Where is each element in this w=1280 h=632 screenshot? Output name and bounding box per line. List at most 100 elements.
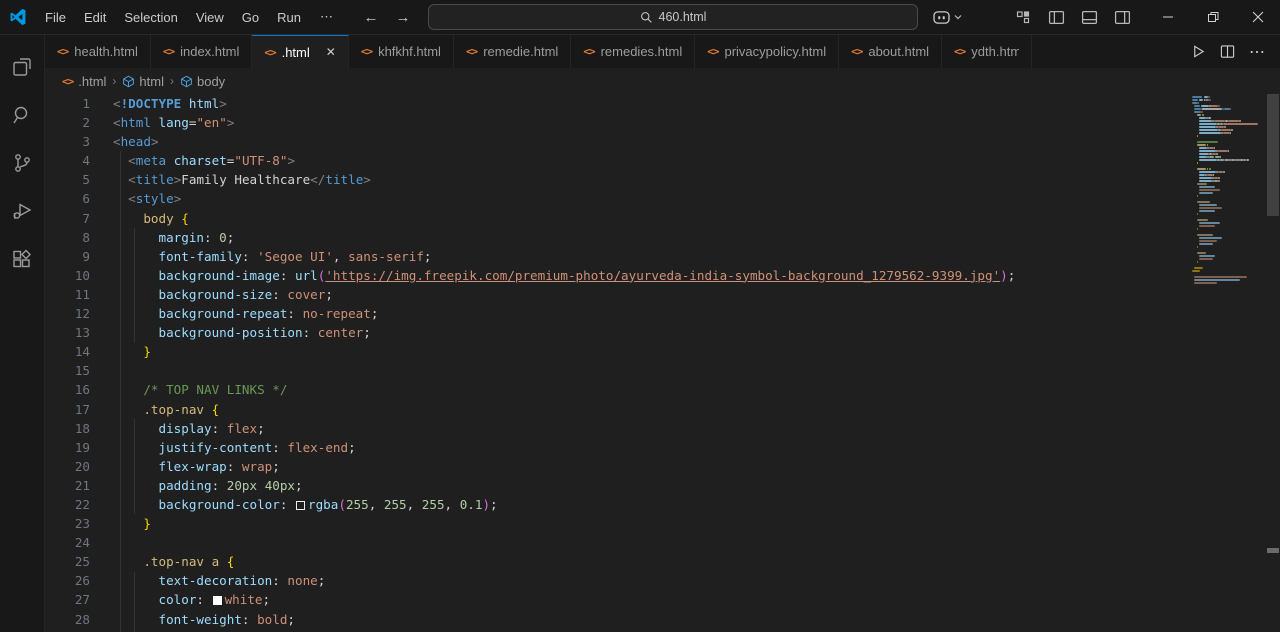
breadcrumb-symbol-body[interactable]: body	[180, 74, 225, 89]
line-number: 3	[82, 134, 90, 150]
minimap-line	[1219, 156, 1222, 158]
line-number: 17	[74, 401, 90, 417]
minimap-line	[1196, 195, 1198, 197]
symbol-cube-icon	[123, 75, 135, 87]
menu-go[interactable]: Go	[233, 0, 268, 35]
close-icon[interactable]	[1235, 0, 1280, 34]
scrollbar-thumb[interactable]	[1267, 94, 1279, 216]
minimap-line	[1198, 153, 1210, 155]
menu-edit[interactable]: Edit	[75, 0, 115, 35]
tab-remedie-html[interactable]: <> remedie.html	[453, 35, 572, 68]
minimap-line	[1201, 105, 1210, 107]
line-number: 15	[74, 363, 90, 379]
customize-layout-button[interactable]	[1010, 4, 1036, 30]
tab-close-icon[interactable]: ✕	[326, 45, 336, 59]
menu-selection[interactable]: Selection	[115, 0, 186, 35]
color-swatch-transparent	[296, 500, 305, 510]
minimap-line	[1196, 213, 1198, 215]
minimap-line	[1198, 207, 1222, 209]
more-menus-button[interactable]: ⋯	[310, 9, 344, 25]
html-file-icon: <>	[264, 45, 276, 59]
minimap-line	[1209, 99, 1211, 101]
toggle-primary-sidebar-button[interactable]	[1043, 4, 1069, 30]
minimap-line	[1196, 228, 1198, 230]
minimap-line	[1198, 225, 1215, 227]
minimap-line	[1198, 240, 1218, 242]
run-and-debug-icon[interactable]	[0, 187, 45, 235]
code-line-14: 14 }	[45, 342, 1280, 361]
minimap-line	[1202, 114, 1204, 116]
tab-label: index.html	[180, 44, 240, 59]
html-file-icon: <>	[954, 45, 966, 58]
tab-khfkhf-html[interactable]: <> khfkhf.html	[348, 35, 454, 68]
breadcrumb-file[interactable]: .html	[78, 74, 106, 89]
code-line-7: 7 body {	[45, 209, 1280, 228]
line-number: 16	[74, 382, 90, 398]
copilot-menu-button[interactable]	[932, 10, 963, 25]
run-file-icon[interactable]	[1191, 44, 1206, 59]
explorer-icon[interactable]	[0, 43, 45, 91]
minimap-line	[1196, 234, 1213, 236]
minimap-line	[1196, 252, 1206, 254]
line-number: 28	[74, 611, 90, 627]
tab-label: ydth.html	[971, 44, 1020, 59]
menu-file[interactable]: File	[36, 0, 75, 35]
restore-icon[interactable]	[1190, 0, 1235, 34]
line-number: 18	[74, 420, 90, 436]
search-icon[interactable]	[0, 91, 45, 139]
code-line-22: 22 background-color: rgba(255, 255, 255,…	[45, 495, 1280, 514]
source-control-icon[interactable]	[0, 139, 45, 187]
minimap-line	[1198, 147, 1207, 149]
indent-guide	[134, 228, 135, 343]
minimap-line	[1196, 162, 1199, 164]
breadcrumb-symbol-html[interactable]: html	[122, 74, 164, 89]
code-editor[interactable]: 1 <!DOCTYPE html> 2 <html lang="en"> 3 <head>…	[45, 94, 1280, 632]
tab-remedies-html[interactable]: <> remedies.html	[571, 35, 696, 68]
chevron-down-icon	[954, 15, 962, 20]
minimap-line	[1198, 117, 1206, 119]
tab-label: remedies.html	[600, 44, 683, 59]
minimap-line	[1194, 267, 1204, 269]
minimap-line	[1215, 156, 1220, 158]
tab-health-html[interactable]: <> health.html	[45, 35, 151, 68]
command-center-search[interactable]: 460.html	[428, 4, 918, 30]
code-line-19: 19 justify-content: flex-end;	[45, 438, 1280, 457]
tab-index-html[interactable]: <> index.html	[150, 35, 253, 68]
more-actions-icon[interactable]: ⋯	[1249, 42, 1266, 62]
minimap-line	[1198, 132, 1221, 134]
minimize-icon[interactable]	[1145, 0, 1190, 34]
line-number: 23	[74, 516, 90, 532]
toggle-panel-button[interactable]	[1076, 4, 1102, 30]
code-line-24: 24	[45, 533, 1280, 552]
tab-ydth-html[interactable]: <> ydth.html	[942, 35, 1033, 68]
split-editor-icon[interactable]	[1220, 44, 1235, 59]
overview-ruler-decoration	[1267, 548, 1279, 553]
vscode-window: File Edit Selection View Go Run ⋯ ← → 460.htm…	[0, 0, 1280, 632]
tab--html[interactable]: <> .html ✕	[252, 35, 349, 68]
tab-privacypolicy-html[interactable]: <> privacypolicy.html	[695, 35, 840, 68]
minimap-line	[1196, 201, 1211, 203]
minimap-line	[1193, 96, 1203, 98]
minimap[interactable]	[1190, 94, 1262, 632]
line-number: 7	[82, 210, 90, 226]
toggle-secondary-sidebar-button[interactable]	[1109, 4, 1135, 30]
minimap-line	[1198, 192, 1213, 194]
go-forward-button[interactable]: →	[392, 6, 414, 28]
minimap-line	[1198, 237, 1222, 239]
menu-run[interactable]: Run	[268, 0, 310, 35]
html-file-icon: <>	[851, 45, 863, 58]
go-back-button[interactable]: ←	[360, 6, 382, 28]
line-number: 22	[74, 496, 90, 512]
minimap-line	[1198, 129, 1219, 131]
line-number: 11	[74, 286, 90, 302]
code-line-4: 4 <meta charset="UTF-8">	[45, 151, 1280, 170]
minimap-line	[1198, 159, 1218, 161]
extensions-icon[interactable]	[0, 235, 45, 283]
line-number: 29	[45, 629, 113, 632]
vertical-scrollbar[interactable]	[1266, 94, 1280, 632]
menu-view[interactable]: View	[187, 0, 233, 35]
tab-about-html[interactable]: <> about.html	[839, 35, 943, 68]
minimap-line	[1194, 282, 1218, 284]
minimap-line	[1194, 279, 1241, 281]
html-file-icon: <>	[465, 45, 478, 58]
